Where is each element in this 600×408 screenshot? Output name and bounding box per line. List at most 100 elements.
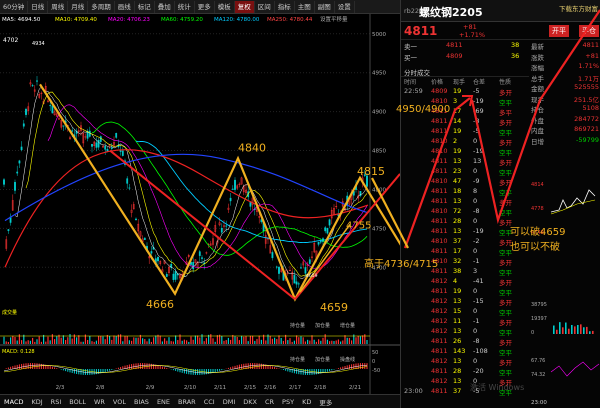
candle-body: [165, 274, 168, 277]
indicator-tab[interactable]: DMI: [219, 398, 240, 406]
indicator-tab[interactable]: VOL: [109, 398, 130, 406]
candle-body: [308, 259, 311, 264]
toolbar-item[interactable]: 统计: [175, 0, 195, 13]
toolbar-item[interactable]: 60分钟: [0, 0, 29, 13]
candle-body: [51, 105, 54, 114]
indicator-tab[interactable]: CR: [261, 398, 278, 406]
candle-body: [121, 150, 124, 156]
mini-rsi-line: [550, 361, 600, 377]
tick-cell: 13: [453, 377, 462, 385]
tick-header-cell: 仓差: [473, 79, 486, 86]
mini-rsi-axis-label: 74.32: [531, 372, 545, 378]
volume-bar: [311, 335, 313, 344]
candle-body: [7, 229, 10, 232]
volume-bar: [43, 334, 45, 344]
contract-name: 螺纹钢2205: [419, 6, 483, 19]
volume-bar: [168, 337, 170, 344]
volume-bar: [249, 335, 251, 344]
indicator-tab[interactable]: CCI: [200, 398, 219, 406]
indicator-tab[interactable]: RSI: [47, 398, 66, 406]
tick-cell: -41: [473, 277, 484, 285]
volume-bar: [183, 339, 185, 344]
indicator-tab[interactable]: BRAR: [174, 398, 200, 406]
toolbar-item[interactable]: 日线: [28, 0, 49, 13]
vol-tab: 加仓量: [315, 322, 330, 329]
stat-value: -59799: [575, 135, 599, 144]
toolbar-item[interactable]: 更多: [195, 0, 215, 13]
macd-label: MACD: 0.128: [2, 349, 35, 355]
tick-row: 4812 13 0 空平: [401, 326, 529, 337]
tick-cell: 4811: [431, 107, 448, 115]
tick-list[interactable]: 分时成交 时间 价格 现手 仓差 性质 22:59 4809 19 -5 多开 4810 3 -19 空…: [401, 67, 529, 408]
close-position-button[interactable]: 平仓: [579, 25, 599, 37]
stat-value: 284772: [574, 114, 599, 123]
volume-bar: [287, 340, 289, 344]
volume-bar: [326, 339, 328, 344]
toolbar-item[interactable]: 模板: [215, 0, 235, 13]
volume-bar: [340, 341, 342, 344]
candle-body: [157, 256, 159, 262]
red-trend-line: [109, 149, 296, 300]
annotation-label: 4934: [32, 41, 45, 47]
indicator-tab[interactable]: KD: [298, 398, 315, 406]
toolbar-item[interactable]: 多周期: [88, 0, 115, 13]
open-close-button[interactable]: 开平: [549, 25, 569, 37]
indicator-tab[interactable]: WR: [90, 398, 109, 406]
mini-vol-bar: [568, 328, 570, 334]
indicator-tab[interactable]: BOLL: [65, 398, 90, 406]
stat-value: 1.71%: [578, 62, 599, 70]
tick-cell: 0: [473, 357, 478, 365]
toolbar-item[interactable]: 复权: [234, 0, 255, 13]
toolbar-item[interactable]: 区间: [255, 0, 275, 13]
change-abs: +81: [463, 23, 477, 31]
volume-bar: [216, 335, 218, 344]
indicator-tab[interactable]: ENE: [153, 398, 174, 406]
stat-row: 总手 1.71万: [529, 72, 600, 83]
indicator-tab[interactable]: MACD: [0, 398, 27, 406]
tick-row: 4810 72 -8 空平: [401, 206, 529, 217]
candle-body: [297, 283, 300, 285]
ma-legend-ma120: MA120: 4780.00: [214, 17, 260, 23]
toolbar-item[interactable]: 画线: [115, 0, 135, 13]
mini-rsi-axis-label: 67.76: [531, 358, 545, 364]
indicator-tab[interactable]: PSY: [278, 398, 298, 406]
candle-body: [22, 123, 25, 127]
volume-bar: [32, 337, 34, 344]
volume-bar: [333, 341, 335, 344]
annotation-label: 4755: [346, 220, 371, 231]
toolbar-item[interactable]: 副图: [315, 0, 335, 13]
indicator-tab[interactable]: BIAS: [130, 398, 153, 406]
toolbar-item[interactable]: 月线: [68, 0, 89, 13]
volume-bar: [293, 340, 295, 344]
volume-bar: [282, 340, 284, 344]
volume-bar: [241, 335, 243, 344]
candle-body: [198, 251, 201, 256]
tick-cell: 4810: [431, 207, 448, 215]
volume-bar: [236, 336, 238, 344]
toolbar-item[interactable]: 主图: [295, 0, 315, 13]
tick-cell: 4812: [431, 327, 448, 335]
volume-bar: [278, 335, 280, 344]
download-app-link[interactable]: 下载东方财富: [559, 3, 598, 13]
toolbar-item[interactable]: 指标: [275, 0, 295, 13]
chart-area[interactable]: MA5: 4694.50 MA10: 4709.40 MA20: 4706.23 MA…: [0, 14, 400, 394]
tick-cell: 26: [453, 337, 462, 345]
contract-header: rb2205 螺纹钢2205 下载东方财富: [401, 0, 600, 22]
kline-chart[interactable]: MA5: 4694.50 MA10: 4709.40 MA20: 4706.23 MA…: [0, 14, 400, 394]
volume-bar: [80, 341, 82, 344]
volume-bar: [172, 341, 174, 344]
macd-tab: 加仓量: [315, 356, 330, 363]
volume-bar: [359, 336, 361, 344]
candle-body: [143, 237, 146, 241]
tick-cell: 0: [473, 287, 478, 295]
indicator-tab[interactable]: 更多: [315, 397, 336, 407]
indicator-tab[interactable]: KDJ: [27, 398, 46, 406]
toolbar-item[interactable]: 叠加: [155, 0, 175, 13]
candle-body: [18, 160, 21, 164]
indicator-tab[interactable]: DKX: [239, 398, 261, 406]
toolbar-item[interactable]: 周线: [48, 0, 69, 13]
toolbar-item[interactable]: 设置: [335, 0, 355, 13]
tick-row: 4810 2 0 多开: [401, 136, 529, 147]
tick-row: 4810 19 -19 空平: [401, 146, 529, 157]
toolbar-item[interactable]: 标记: [135, 0, 155, 13]
